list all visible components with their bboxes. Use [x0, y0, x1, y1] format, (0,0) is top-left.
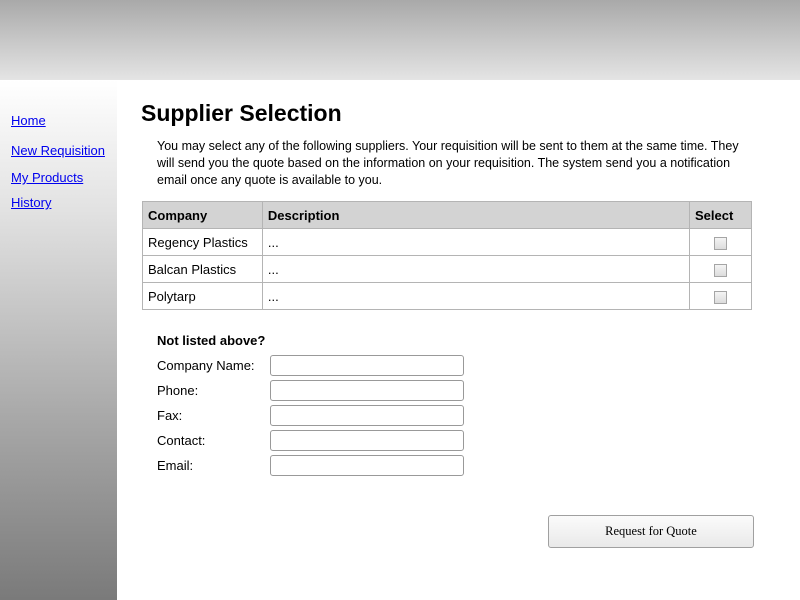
email-input[interactable] — [270, 455, 464, 476]
fax-label: Fax: — [157, 408, 183, 423]
select-checkbox[interactable] — [714, 236, 727, 250]
select-cell — [689, 255, 752, 283]
description-cell: ... — [261, 255, 691, 283]
contact-label: Contact: — [157, 433, 206, 448]
request-quote-button[interactable]: Request for Quote — [548, 515, 754, 548]
company-cell: Balcan Plastics — [142, 255, 263, 283]
table-row: Regency Plastics ... — [142, 228, 752, 256]
phone-label: Phone: — [157, 383, 199, 398]
sidebar: Home New Requisition My Products History — [0, 80, 117, 600]
description-cell: ... — [261, 282, 691, 310]
company-name-label: Company Name: — [157, 358, 255, 373]
page-header — [0, 0, 800, 80]
main-content: Supplier Selection You may select any of… — [117, 80, 800, 600]
nav-link-my-products[interactable]: My Products — [11, 170, 83, 185]
nav-link-history[interactable]: History — [11, 195, 51, 210]
phone-input[interactable] — [270, 380, 464, 401]
email-label: Email: — [157, 458, 194, 473]
company-name-input[interactable] — [270, 355, 464, 376]
company-cell: Polytarp — [142, 282, 263, 310]
column-header-select: Select — [689, 201, 752, 229]
nav-link-home[interactable]: Home — [11, 113, 46, 128]
contact-input[interactable] — [270, 430, 464, 451]
nav-link-new-requisition[interactable]: New Requisition — [11, 143, 105, 158]
select-checkbox[interactable] — [714, 263, 727, 277]
not-listed-heading: Not listed above? — [157, 333, 266, 348]
page-title: Supplier Selection — [141, 100, 342, 126]
column-header-company: Company — [142, 201, 263, 229]
table-header-row: Company Description Select — [142, 201, 752, 229]
table-row: Balcan Plastics ... — [142, 255, 752, 283]
column-header-description: Description — [261, 201, 691, 229]
table-row: Polytarp ... — [142, 282, 752, 310]
fax-input[interactable] — [270, 405, 464, 426]
description-cell: ... — [261, 228, 691, 256]
select-cell — [689, 282, 752, 310]
supplier-table: Company Description Select Regency Plast… — [142, 201, 752, 310]
select-checkbox[interactable] — [714, 290, 727, 304]
company-cell: Regency Plastics — [142, 228, 263, 256]
intro-text: You may select any of the following supp… — [157, 139, 739, 187]
select-cell — [689, 228, 752, 256]
